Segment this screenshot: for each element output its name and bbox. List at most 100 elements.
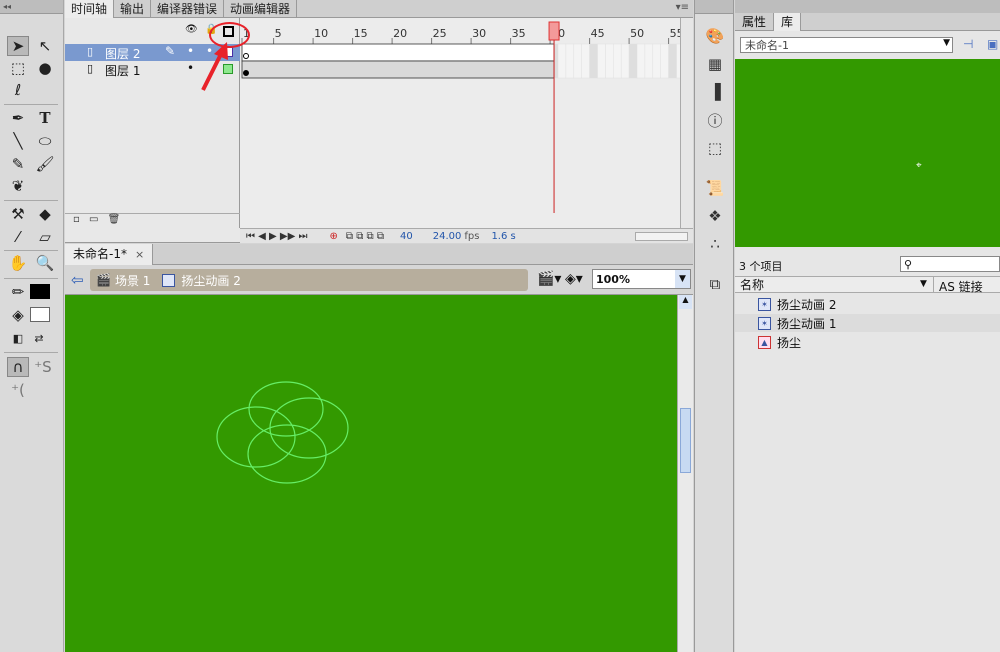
pencil-tool-icon[interactable]: ✎ (7, 154, 29, 174)
deco-tool-icon[interactable]: ❦ (7, 176, 29, 196)
line-tool-icon[interactable]: ╲ (7, 131, 29, 151)
visible-dot[interactable]: • (187, 61, 194, 75)
pen-tool-icon[interactable]: ✒ (7, 108, 29, 128)
frame-cell (573, 43, 582, 79)
frame-span (241, 60, 555, 79)
brush-tool-icon[interactable]: 🖌 (34, 154, 56, 174)
straighten-icon[interactable]: ⁺( (7, 380, 29, 400)
lasso-tool-icon[interactable]: ℓ (7, 80, 29, 100)
snap-to-objects-icon[interactable]: ∩ (7, 357, 29, 377)
document-title: 未命名-1* (73, 246, 127, 261)
sort-arrow-icon[interactable]: ▼ (920, 279, 927, 289)
text-tool-icon[interactable]: T (34, 108, 56, 128)
stage-vscrollbar[interactable]: ▲ (677, 295, 693, 652)
tab-library[interactable]: 库 (774, 12, 802, 31)
eye-icon[interactable]: 👁 (185, 24, 198, 35)
playback-controls-icon[interactable]: ⏮ ◀ ▶ ▶▶ ⏭ (246, 231, 307, 242)
hand-tool-icon[interactable]: ✋ (7, 253, 29, 273)
eyedropper-tool-icon[interactable]: ⁄ (7, 227, 29, 247)
eraser-tool-icon[interactable]: ▱ (34, 227, 56, 247)
frame-area[interactable]: 1510152025303540455055 (240, 18, 680, 228)
align-icon[interactable]: ▐ (704, 82, 726, 102)
new-library-icon[interactable]: ▣ (987, 37, 998, 51)
motion-presets-icon[interactable]: ∴ (704, 234, 726, 254)
tab-output[interactable]: 输出 (114, 0, 152, 18)
scene-icon[interactable]: ⧉ (704, 274, 726, 294)
stage-canvas[interactable] (65, 295, 677, 652)
oval-tool-icon[interactable]: ⬭ (34, 131, 56, 151)
frame-tick-label: 50 (630, 27, 644, 40)
delete-layer-icon[interactable]: 🗑 (108, 214, 121, 225)
components-icon[interactable]: ❖ (704, 206, 726, 226)
frame-rate[interactable]: 24.00 (433, 231, 462, 242)
library-item[interactable]: ✶ 扬尘动画 1 (735, 314, 1000, 332)
breadcrumb-symbol[interactable]: 扬尘动画 2 (181, 272, 240, 289)
onion-skin-icon[interactable]: ⧉ ⧉ ⧉ ⧉ (346, 231, 384, 242)
chevron-down-icon[interactable]: ▼ (943, 38, 950, 48)
info-icon[interactable]: ⓘ (704, 110, 726, 130)
dock-grip[interactable] (695, 0, 733, 14)
close-icon[interactable]: × (135, 244, 144, 265)
fill-color-swatch[interactable] (30, 307, 50, 322)
stage-drawing (216, 381, 349, 484)
breadcrumb-scene[interactable]: 场景 1 (115, 272, 150, 289)
library-document-select[interactable]: 未命名-1 ▼ (740, 37, 953, 53)
document-tab[interactable]: 未命名-1* × (65, 243, 154, 265)
timeline-hscrollbar[interactable] (635, 232, 688, 241)
column-name[interactable]: 名称 (740, 276, 764, 293)
tab-motion-editor[interactable]: 动画编辑器 (224, 0, 298, 18)
paint-bucket-tool-icon[interactable]: ◆ (34, 204, 56, 224)
tab-properties[interactable]: 属性 (735, 12, 775, 31)
library-item[interactable]: ✶ 扬尘动画 2 (735, 295, 1000, 313)
swatches-icon[interactable]: ▦ (704, 54, 726, 74)
selection-tool-icon[interactable]: ➤ (7, 36, 29, 56)
tab-timeline[interactable]: 时间轴 (65, 0, 115, 18)
zoom-tool-icon[interactable]: 🔍 (34, 253, 56, 273)
tab-compiler-errors[interactable]: 编译器错误 (151, 0, 225, 18)
chevron-down-icon[interactable]: ▼ (675, 270, 690, 288)
library-item-name: 扬尘动画 2 (777, 297, 837, 312)
visible-dot[interactable]: • (187, 44, 194, 58)
black-white-icon[interactable]: ◧ (7, 328, 29, 348)
center-frame-icon[interactable]: ⊕ (329, 231, 337, 242)
frame-cell (597, 43, 606, 79)
stroke-color-icon[interactable]: ✏ (7, 282, 29, 302)
fps-unit: fps (464, 230, 480, 242)
new-layer-icon[interactable]: ▫ (73, 214, 80, 225)
timeline-vscrollbar[interactable] (680, 18, 693, 228)
library-item[interactable]: ▲ 扬尘 (735, 333, 1000, 351)
scroll-up-icon[interactable]: ▲ (679, 295, 692, 309)
library-search-input[interactable]: ⚲ (900, 256, 1000, 272)
smooth-icon[interactable]: ⁺S (32, 357, 54, 377)
library-panel: 属性 库 未命名-1 ▼ ⊣ ▣ ⌖ 3 个项目 ⚲ 名称 ▼ AS 链接 ✶ … (735, 0, 1000, 652)
frame-ruler-svg: 1510152025303540455055 (241, 21, 680, 213)
fill-color-icon[interactable]: ◈ (7, 305, 29, 325)
timeline-tabs: 时间轴 输出 编译器错误 动画编辑器 ▾≡ (65, 0, 693, 18)
pin-icon[interactable]: ⊣ (963, 37, 973, 51)
transform-icon[interactable]: ⬚ (704, 138, 726, 158)
document-panel: 未命名-1* × ⇦ 🎬 场景 1 扬尘动画 2 🎬▾ ◈▾ 100% ▼ ▲ (65, 243, 693, 652)
edit-symbols-icon[interactable]: ◈▾ (565, 271, 583, 287)
history-icon[interactable]: 📜 (704, 178, 726, 198)
edit-scene-icon[interactable]: 🎬▾ (537, 271, 561, 287)
stroke-color-swatch[interactable] (30, 284, 50, 299)
frame-tick-label: 45 (591, 27, 605, 40)
color-palette-icon[interactable]: 🎨 (704, 26, 726, 46)
bone-tool-icon[interactable]: ⚒ (7, 204, 29, 224)
movieclip-icon (162, 273, 176, 287)
subselection-tool-icon[interactable]: ↖ (34, 36, 56, 56)
3d-rotation-tool-icon[interactable]: ● (34, 58, 56, 78)
new-folder-icon[interactable]: ▭ (89, 214, 98, 225)
swap-colors-icon[interactable]: ⇄ (28, 328, 50, 348)
scroll-thumb[interactable] (680, 408, 691, 473)
free-transform-tool-icon[interactable]: ⬚ (7, 58, 29, 78)
movieclip-icon: ✶ (758, 297, 771, 311)
search-icon: ⚲ (904, 257, 913, 271)
zoom-select[interactable]: 100% ▼ (592, 269, 691, 289)
layer-icon: ▯ (87, 62, 94, 75)
panel-grip-icon[interactable]: ◂◂ (0, 0, 63, 14)
back-arrow-icon[interactable]: ⇦ (71, 271, 84, 289)
breadcrumb: 🎬 场景 1 扬尘动画 2 (90, 269, 528, 291)
panel-menu-icon[interactable]: ▾≡ (676, 2, 689, 13)
column-as-linkage[interactable]: AS 链接 (939, 278, 983, 295)
